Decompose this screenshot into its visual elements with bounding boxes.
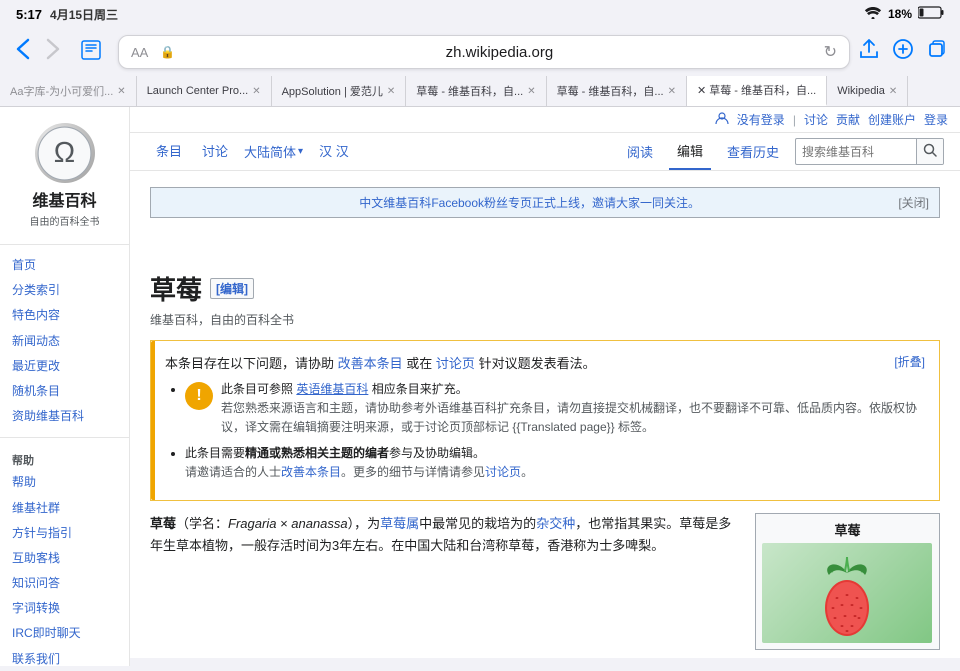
article-title: 草莓 [编辑] xyxy=(150,270,940,307)
login-link[interactable]: 登录 xyxy=(924,111,948,128)
wiki-title: 维基百科 xyxy=(32,187,96,211)
warning-box: 本条目存在以下问题，请协助 改善本条目 或在 讨论页 针对议题发表看法。 [折叠… xyxy=(150,340,940,501)
tab-close[interactable]: ✕ xyxy=(387,86,395,97)
close-button[interactable]: [关闭] xyxy=(898,194,929,211)
strawberry-image xyxy=(762,543,932,643)
facebook-link[interactable]: Facebook粉丝专页 xyxy=(431,196,532,210)
english-wiki-link[interactable]: 英语维基百科 xyxy=(296,382,368,396)
forward-button[interactable] xyxy=(42,34,64,70)
tab-close[interactable]: ✕ xyxy=(668,86,676,97)
search-button[interactable] xyxy=(916,139,943,164)
sidebar-link-random[interactable]: 随机条目 xyxy=(0,379,129,404)
sidebar-link-policy[interactable]: 方针与指引 xyxy=(0,521,129,546)
infobox-title: 草莓 xyxy=(762,520,933,539)
svg-text:Ω: Ω xyxy=(54,136,75,168)
tabs-button[interactable] xyxy=(926,38,948,66)
address-aa: AA xyxy=(131,45,148,60)
status-date: 4月15日周三 xyxy=(50,6,118,23)
content-area: [关闭] 中文维基百科Facebook粉丝专页正式上线，邀请大家一同关注。 草莓… xyxy=(130,171,960,666)
sidebar-link-conversion[interactable]: 字词转换 xyxy=(0,596,129,621)
tab-wikipedia[interactable]: Wikipedia ✕ xyxy=(827,76,908,106)
status-right: 18% xyxy=(864,6,944,22)
sidebar-link-news[interactable]: 新闻动态 xyxy=(0,329,129,354)
discussion-link-warn[interactable]: 讨论页 xyxy=(436,356,475,371)
share-button[interactable] xyxy=(858,38,880,66)
tab-strawberry-active[interactable]: ✕ 草莓 - 维基百科，自... xyxy=(687,76,827,106)
lock-icon: 🔒 xyxy=(160,45,175,59)
reload-button[interactable]: ↻ xyxy=(824,42,837,62)
wiki-logo: Ω 维基百科 自由的百科全书 xyxy=(0,115,129,236)
new-tab-button[interactable] xyxy=(892,38,914,66)
tab-close[interactable]: ✕ xyxy=(889,86,897,97)
tabs-bar: Aa字库-为小可爱们... ✕ Launch Center Pro... ✕ A… xyxy=(0,76,960,107)
sidebar: Ω 维基百科 自由的百科全书 首页 分类索引 特色内容 新闻动态 最近更改 随机… xyxy=(0,107,130,666)
wiki-header: 条目 讨论 大陆简体 ▾ 汉 汉 阅读 编辑 查看历史 xyxy=(130,133,960,171)
wiki-tab-han[interactable]: 汉 汉 xyxy=(309,133,359,170)
fold-button[interactable]: [折叠] xyxy=(894,353,925,372)
sidebar-link-home[interactable]: 首页 xyxy=(0,253,129,278)
address-bar[interactable]: AA 🔒 zh.wikipedia.org ↻ xyxy=(118,35,850,69)
sidebar-link-qa[interactable]: 知识问答 xyxy=(0,571,129,596)
wiki-action-read[interactable]: 阅读 xyxy=(619,134,661,169)
sidebar-link-teahouse[interactable]: 互助客栈 xyxy=(0,546,129,571)
tab-strawberry1[interactable]: 草莓 - 维基百科，自... ✕ xyxy=(406,76,546,106)
wiki-main: 没有登录 | 讨论 贡献 创建账户 登录 条目 讨论 大陆简体 ▾ 汉 汉 阅读… xyxy=(130,107,960,666)
tab-strawberry2[interactable]: 草莓 - 维基百科，自... ✕ xyxy=(547,76,687,106)
user-icon xyxy=(715,111,729,128)
not-logged-in: 没有登录 xyxy=(737,111,785,128)
infobox: 草莓 xyxy=(755,513,940,650)
sidebar-link-category[interactable]: 分类索引 xyxy=(0,278,129,303)
battery-percentage: 18% xyxy=(888,7,912,21)
search-box[interactable] xyxy=(795,138,944,165)
browser-toolbar: AA 🔒 zh.wikipedia.org ↻ xyxy=(0,28,960,76)
bookmarks-button[interactable] xyxy=(72,35,110,70)
battery-icon xyxy=(918,6,944,22)
sidebar-link-community[interactable]: 维基社群 xyxy=(0,496,129,521)
search-input[interactable] xyxy=(796,141,916,163)
wiki-action-edit[interactable]: 编辑 xyxy=(669,133,711,170)
improve-link[interactable]: 改善本条目 xyxy=(338,356,403,371)
address-text: zh.wikipedia.org xyxy=(183,44,815,61)
tab-appsolution[interactable]: AppSolution | 爱范儿 ✕ xyxy=(272,76,407,106)
wiki-tab-variant[interactable]: 大陆简体 ▾ xyxy=(238,133,309,170)
contributions-link[interactable]: 贡献 xyxy=(836,111,860,128)
sidebar-link-contact[interactable]: 联系我们 xyxy=(0,647,129,666)
sidebar-link-featured[interactable]: 特色内容 xyxy=(0,303,129,328)
sidebar-section-help: 帮助 xyxy=(0,446,129,470)
tab-close[interactable]: ✕ xyxy=(252,86,260,97)
wiki-tagline: 维基百科，自由的百科全书 xyxy=(150,311,940,328)
wiki-tab-article[interactable]: 条目 xyxy=(146,133,192,170)
warning-item-1: ! 此条目可参照 英语维基百科 相应条目来扩充。 若您熟悉来源语言和主题，请协助… xyxy=(185,380,925,438)
sidebar-link-recent[interactable]: 最近更改 xyxy=(0,354,129,379)
sidebar-link-help[interactable]: 帮助 xyxy=(0,470,129,495)
user-bar: 没有登录 | 讨论 贡献 创建账户 登录 xyxy=(130,107,960,133)
warning-icon: ! xyxy=(185,382,213,410)
sidebar-link-irc[interactable]: IRC即时聊天 xyxy=(0,621,129,646)
status-time: 5:17 xyxy=(16,7,42,22)
genus-link[interactable]: 草莓属 xyxy=(380,516,419,531)
hybrid-link[interactable]: 杂交种 xyxy=(536,516,575,531)
page-layout: Ω 维基百科 自由的百科全书 首页 分类索引 特色内容 新闻动态 最近更改 随机… xyxy=(0,107,960,666)
wiki-subtitle: 自由的百科全书 xyxy=(30,213,100,228)
tab-close[interactable]: ✕ xyxy=(117,86,125,97)
create-account-link[interactable]: 创建账户 xyxy=(868,111,916,128)
notice-bar: [关闭] 中文维基百科Facebook粉丝专页正式上线，邀请大家一同关注。 xyxy=(150,187,940,218)
back-button[interactable] xyxy=(12,34,34,70)
tab-aa[interactable]: Aa字库-为小可爱们... ✕ xyxy=(0,76,137,106)
tab-launch-center[interactable]: Launch Center Pro... ✕ xyxy=(137,76,272,106)
edit-link[interactable]: [编辑] xyxy=(210,278,254,299)
discussion-link[interactable]: 讨论 xyxy=(804,111,828,128)
status-bar: 5:17 4月15日周三 18% xyxy=(0,0,960,28)
wifi-icon xyxy=(864,6,882,22)
wiki-action-history[interactable]: 查看历史 xyxy=(719,134,787,169)
warning-item-2: 此条目需要精通或熟悉相关主题的编者参与及协助编辑。 请邀请适合的人士改善本条目。… xyxy=(185,444,925,482)
sidebar-link-donate[interactable]: 资助维基百科 xyxy=(0,404,129,429)
wiki-tab-discussion[interactable]: 讨论 xyxy=(192,133,238,170)
tab-close[interactable]: ✕ xyxy=(527,86,535,97)
